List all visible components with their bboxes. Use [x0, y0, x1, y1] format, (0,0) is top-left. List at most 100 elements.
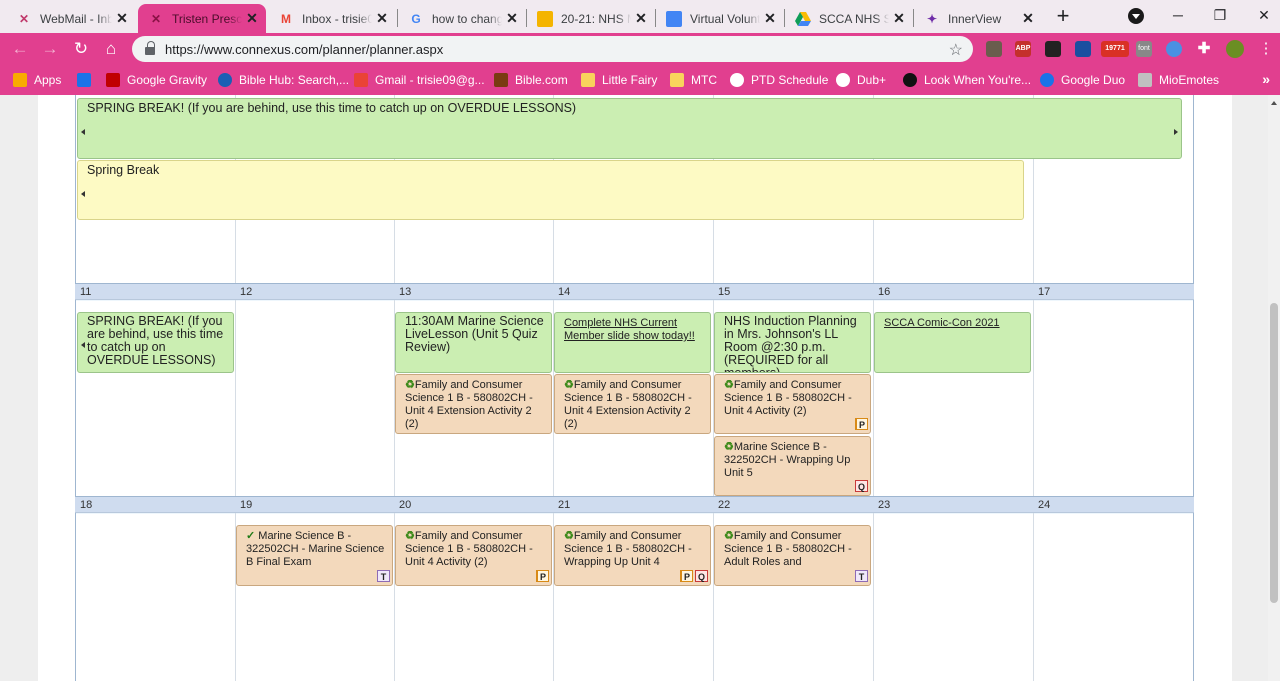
planner-page: 11 12 13 14 15 16 17 18 19 20 21 22 23 2… [0, 95, 1268, 681]
bookmark-bible-com[interactable]: Bible.com [494, 71, 568, 89]
day-number[interactable]: 17 [1038, 286, 1050, 298]
day-number[interactable]: 23 [878, 499, 890, 511]
bookmark-google-gravity[interactable]: Google Gravity [106, 71, 207, 89]
bookmark-little-fairy[interactable]: Little Fairy [581, 71, 657, 89]
url-text[interactable]: https://www.connexus.com/planner/planner… [165, 42, 443, 57]
counter-extension-icon[interactable]: 19771 [1101, 41, 1129, 57]
event-spring-break-banner[interactable]: SPRING BREAK! (If you are behind, use th… [77, 98, 1182, 159]
event-nhs-induction[interactable]: NHS Induction Planning in Mrs. Johnson's… [714, 312, 871, 373]
back-icon[interactable]: ← [10, 39, 30, 59]
bookmark-apps[interactable]: Apps [13, 71, 61, 89]
event-marine-livelesson[interactable]: 11:30AM Marine Science LiveLesson (Unit … [395, 312, 552, 373]
adblock-icon[interactable]: ABP [1015, 41, 1031, 57]
arrow-left-icon [81, 191, 85, 197]
bookmark-mtc[interactable]: MTC [670, 71, 717, 89]
bookmark-pinterest[interactable]: Look When You're... [903, 71, 1031, 89]
event-spring-break-reminder[interactable]: SPRING BREAK! (If you are behind, use th… [77, 312, 234, 373]
calendar-icon [77, 73, 91, 87]
day-number[interactable]: 11 [80, 286, 91, 298]
day-number[interactable]: 15 [718, 286, 730, 298]
event-spring-break[interactable]: Spring Break [77, 160, 1024, 220]
close-window-icon[interactable]: ✕ [1244, 4, 1280, 26]
tab-innerview[interactable]: ✦ InnerView ✕ [914, 4, 1042, 33]
lesson-fcs-adult-roles[interactable]: ♻Family and Consumer Science 1 B - 58080… [714, 525, 871, 586]
extension-icon[interactable] [1075, 41, 1091, 57]
close-tab-icon[interactable]: ✕ [1018, 10, 1038, 27]
minimize-icon[interactable]: ─ [1158, 4, 1198, 26]
day-number[interactable]: 20 [399, 499, 411, 511]
duo-icon [1040, 73, 1054, 87]
day-number[interactable]: 19 [240, 499, 252, 511]
day-number[interactable]: 12 [240, 286, 252, 298]
lesson-marine-final-exam[interactable]: ✓ Marine Science B - 322502CH - Marine S… [236, 525, 393, 586]
bookmark-dub-plus[interactable]: Dub+ [836, 71, 886, 89]
lock-icon [145, 41, 155, 55]
bookmark-bible-hub[interactable]: Bible Hub: Search,... [218, 71, 349, 89]
home-icon[interactable]: ⌂ [101, 39, 121, 59]
arrow-left-icon [81, 342, 85, 348]
day-number[interactable]: 14 [558, 286, 570, 298]
arrow-right-icon [1174, 129, 1178, 135]
tab-gmail-inbox[interactable]: M Inbox - trisie09 ✕ [268, 4, 396, 33]
tab-tristen-prescott[interactable]: ✕ Tristen Prescott ✕ [138, 4, 266, 33]
lesson-icon: ♻ [564, 379, 574, 391]
tab-scca-nhs-drive[interactable]: SCCA NHS Service ✕ [785, 4, 913, 33]
reload-icon[interactable]: ↻ [71, 39, 91, 59]
day-number[interactable]: 22 [718, 499, 730, 511]
address-bar[interactable]: https://www.connexus.com/planner/planner… [132, 36, 973, 62]
lesson-fcs-unit4-activity[interactable]: ♻Family and Consumer Science 1 B - 58080… [395, 525, 552, 586]
tab-nhs-slides[interactable]: 20-21: NHS Meeting ✕ [527, 4, 655, 33]
extension-icon[interactable] [1045, 41, 1061, 57]
close-tab-icon[interactable]: ✕ [242, 10, 262, 27]
close-tab-icon[interactable]: ✕ [112, 10, 132, 27]
bookmark-mioemotes[interactable]: MioEmotes [1138, 71, 1219, 89]
mr-doob-icon [106, 73, 120, 87]
event-nhs-slideshow[interactable]: Complete NHS Current Member slide show t… [554, 312, 711, 373]
globe-icon [730, 73, 744, 87]
profile-avatar[interactable] [1226, 40, 1244, 58]
slides-icon [537, 10, 553, 27]
tab-virtual-volunteer[interactable]: Virtual Volunteer ✕ [656, 4, 784, 33]
bookmark-calendar[interactable] [77, 71, 98, 89]
google-icon: G [411, 11, 421, 26]
page-scrollbar[interactable] [1268, 95, 1280, 681]
tab-search-icon[interactable] [1128, 8, 1144, 24]
close-tab-icon[interactable]: ✕ [889, 10, 909, 27]
folder-icon [581, 73, 595, 87]
lesson-fcs-unit4-extension[interactable]: ♻Family and Consumer Science 1 B - 58080… [554, 374, 711, 434]
lesson-marine-wrapping-up[interactable]: ♻Marine Science B - 322502CH - Wrapping … [714, 436, 871, 496]
browser-toolbar: ← → ↻ ⌂ https://www.connexus.com/planner… [0, 33, 1280, 65]
font-extension-icon[interactable]: font [1136, 41, 1152, 57]
new-tab-button[interactable]: + [1052, 5, 1074, 27]
docs-icon [666, 10, 682, 27]
event-comic-con[interactable]: SCCA Comic-Con 2021 [874, 312, 1031, 373]
puzzle-extensions-icon[interactable]: ✚ [1196, 41, 1212, 57]
day-number[interactable]: 16 [878, 286, 890, 298]
scroll-thumb[interactable] [1270, 303, 1278, 603]
day-number[interactable]: 21 [558, 499, 570, 511]
extension-icon[interactable] [1166, 41, 1182, 57]
bookmark-gmail[interactable]: Gmail - trisie09@g... [354, 71, 485, 89]
lesson-fcs-unit4-activity[interactable]: ♻Family and Consumer Science 1 B - 58080… [714, 374, 871, 434]
lesson-fcs-unit4-extension[interactable]: ♻Family and Consumer Science 1 B - 58080… [395, 374, 552, 434]
lesson-fcs-wrapping-up[interactable]: ♻Family and Consumer Science 1 B - 58080… [554, 525, 711, 586]
close-tab-icon[interactable]: ✕ [502, 10, 522, 27]
day-number[interactable]: 24 [1038, 499, 1050, 511]
folder-icon [670, 73, 684, 87]
day-number[interactable]: 13 [399, 286, 411, 298]
extension-icon[interactable] [986, 41, 1002, 57]
bookmarks-overflow-icon[interactable]: » [1262, 71, 1270, 87]
bookmark-google-duo[interactable]: Google Duo [1040, 71, 1125, 89]
scroll-up-icon[interactable] [1271, 101, 1277, 105]
tab-webmail[interactable]: ✕ WebMail - Inbox ✕ [6, 4, 136, 33]
close-tab-icon[interactable]: ✕ [760, 10, 780, 27]
tab-google-search[interactable]: G how to change ✕ [398, 4, 526, 33]
bookmark-star-icon[interactable]: ☆ [949, 40, 963, 60]
day-number[interactable]: 18 [80, 499, 92, 511]
close-tab-icon[interactable]: ✕ [631, 10, 651, 27]
close-tab-icon[interactable]: ✕ [372, 10, 392, 27]
forward-icon[interactable]: → [40, 39, 60, 59]
restore-icon[interactable]: ❐ [1200, 4, 1240, 26]
bookmark-ptd-schedule[interactable]: PTD Schedule [730, 71, 828, 89]
menu-kebab-icon[interactable]: ⋮ [1256, 39, 1276, 59]
